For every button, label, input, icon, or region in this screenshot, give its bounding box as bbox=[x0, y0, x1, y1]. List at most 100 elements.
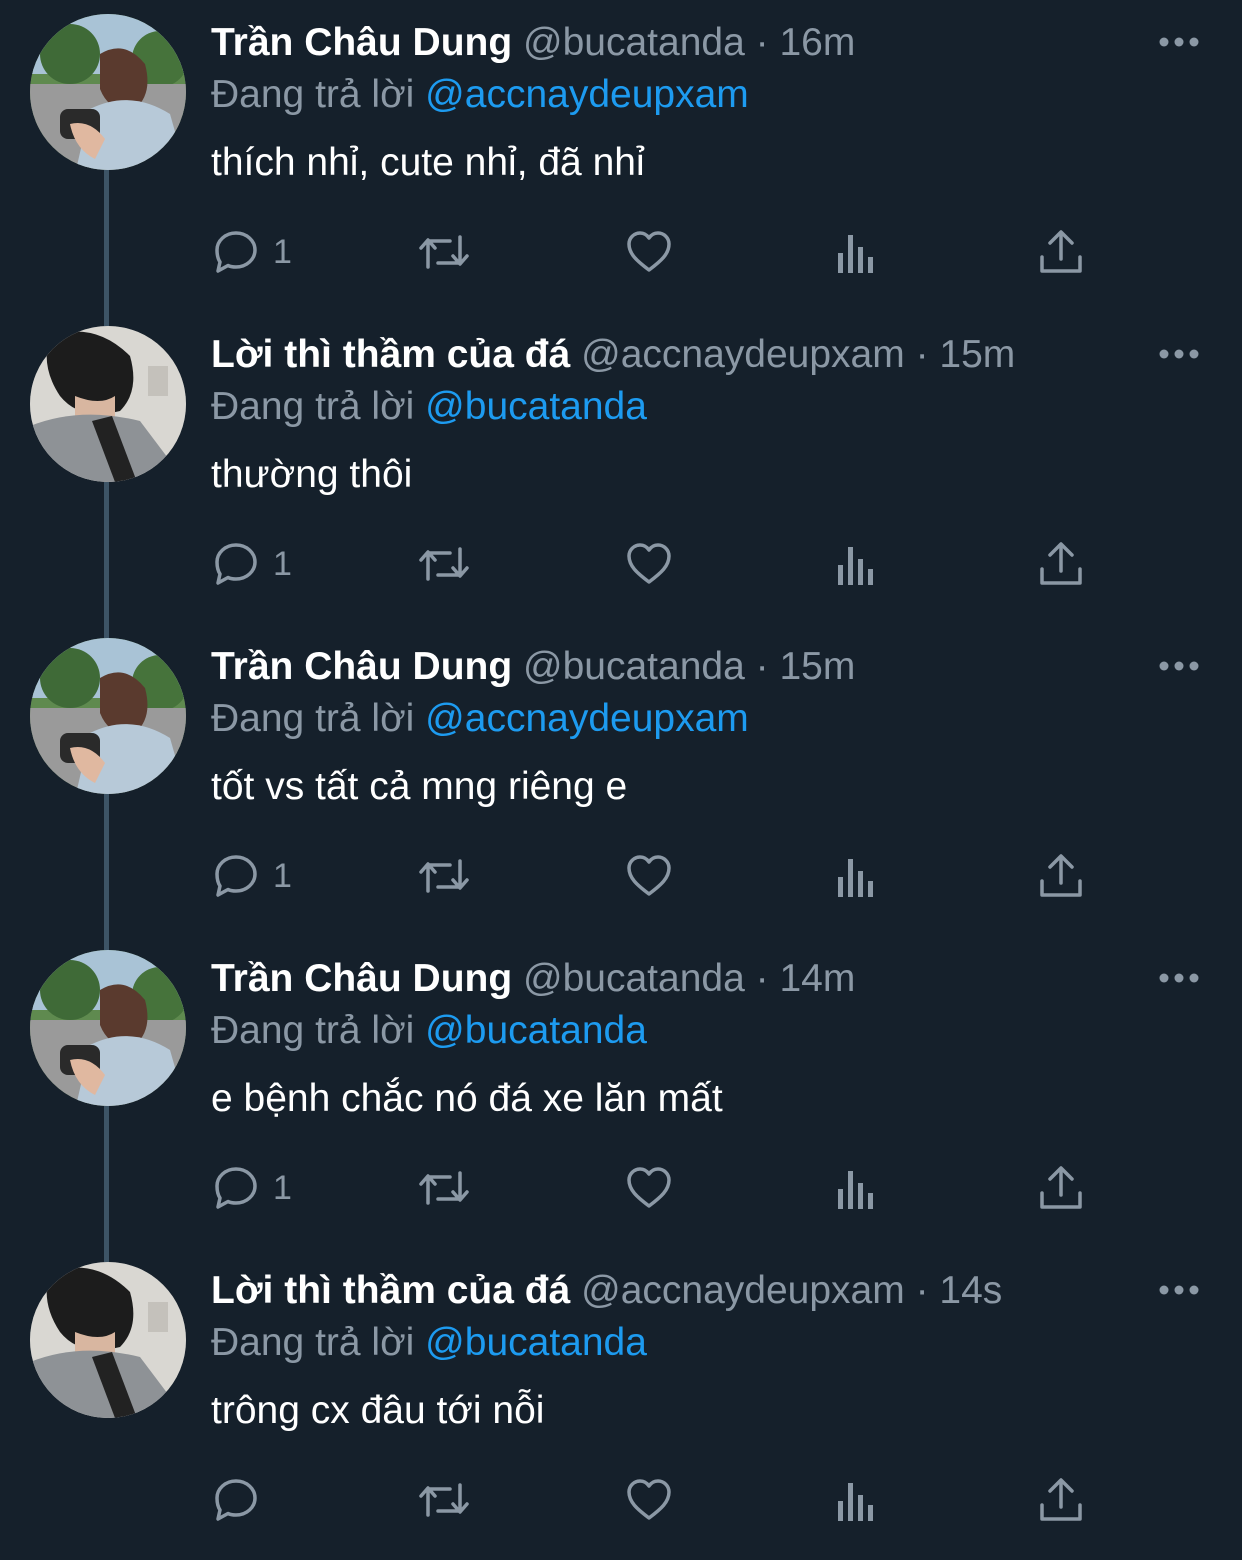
separator-dot: · bbox=[915, 1269, 929, 1312]
reply-button[interactable]: 1 bbox=[211, 536, 292, 592]
reply-button[interactable] bbox=[211, 1472, 273, 1528]
display-name[interactable]: Lời thì thầm của đá bbox=[211, 333, 570, 376]
mention-link[interactable]: @accnaydeupxam bbox=[425, 73, 749, 116]
retweet-button[interactable] bbox=[416, 224, 472, 280]
tweet-text: thích nhỉ, cute nhỉ, đã nhỉ bbox=[211, 141, 645, 184]
more-icon bbox=[1159, 37, 1199, 47]
share-button[interactable] bbox=[1038, 848, 1084, 904]
tweet[interactable]: Lời thì thầm của đá @accnaydeupxam · 14s… bbox=[0, 1248, 1242, 1560]
tweet[interactable]: Trần Châu Dung @bucatanda · 15m Đang trả… bbox=[0, 624, 1242, 936]
mention-link[interactable]: @bucatanda bbox=[425, 1321, 647, 1364]
tweet-header: Lời thì thầm của đá @accnaydeupxam · 15m bbox=[211, 330, 1015, 380]
reply-count: 1 bbox=[273, 856, 292, 895]
timestamp[interactable]: 14m bbox=[779, 957, 855, 1000]
more-options-button[interactable] bbox=[1158, 342, 1200, 366]
user-handle[interactable]: @accnaydeupxam bbox=[581, 1269, 905, 1312]
timestamp[interactable]: 15m bbox=[779, 645, 855, 688]
user-handle[interactable]: @bucatanda bbox=[523, 645, 745, 688]
share-icon bbox=[1040, 1166, 1082, 1209]
more-icon bbox=[1159, 349, 1199, 359]
mention-link[interactable]: @bucatanda bbox=[425, 1009, 647, 1052]
user-handle[interactable]: @accnaydeupxam bbox=[581, 333, 905, 376]
reply-button[interactable]: 1 bbox=[211, 848, 292, 904]
display-name[interactable]: Trần Châu Dung bbox=[211, 957, 512, 1000]
share-button[interactable] bbox=[1038, 224, 1084, 280]
tweet[interactable]: Trần Châu Dung @bucatanda · 14m Đang trả… bbox=[0, 936, 1242, 1248]
user-handle[interactable]: @bucatanda bbox=[523, 957, 745, 1000]
like-button[interactable] bbox=[624, 224, 674, 280]
display-name[interactable]: Lời thì thầm của đá bbox=[211, 1269, 570, 1312]
analytics-button[interactable] bbox=[834, 224, 878, 280]
thread-line bbox=[104, 482, 109, 624]
separator-dot: · bbox=[755, 645, 769, 688]
analytics-button[interactable] bbox=[834, 848, 878, 904]
thread-line bbox=[104, 794, 109, 936]
avatar[interactable] bbox=[30, 326, 186, 482]
mention-link[interactable]: @accnaydeupxam bbox=[425, 697, 749, 740]
separator-dot: · bbox=[755, 957, 769, 1000]
retweet-icon bbox=[419, 235, 469, 269]
timestamp[interactable]: 15m bbox=[939, 333, 1015, 376]
thread-line bbox=[104, 624, 109, 638]
reply-icon bbox=[215, 1479, 257, 1521]
more-options-button[interactable] bbox=[1158, 654, 1200, 678]
reply-count: 1 bbox=[273, 544, 292, 583]
reply-button[interactable]: 1 bbox=[211, 1160, 292, 1216]
timestamp[interactable]: 14s bbox=[939, 1269, 1002, 1312]
tweet-text: thường thôi bbox=[211, 453, 413, 496]
share-icon bbox=[1040, 230, 1082, 273]
tweet-text: trông cx đâu tới nỗi bbox=[211, 1389, 545, 1432]
tweet-text: e bệnh chắc nó đá xe lăn mất bbox=[211, 1077, 723, 1120]
replying-to: Đang trả lời @accnaydeupxam bbox=[211, 694, 749, 744]
like-button[interactable] bbox=[624, 536, 674, 592]
share-button[interactable] bbox=[1038, 536, 1084, 592]
analytics-icon bbox=[838, 547, 873, 585]
reply-icon bbox=[215, 855, 257, 897]
like-button[interactable] bbox=[624, 848, 674, 904]
replying-label: Đang trả lời bbox=[211, 697, 415, 740]
like-button[interactable] bbox=[624, 1472, 674, 1528]
avatar[interactable] bbox=[30, 950, 186, 1106]
retweet-button[interactable] bbox=[416, 536, 472, 592]
display-name[interactable]: Trần Châu Dung bbox=[211, 21, 512, 64]
timestamp[interactable]: 16m bbox=[779, 21, 855, 64]
tweet[interactable]: Lời thì thầm của đá @accnaydeupxam · 15m… bbox=[0, 312, 1242, 624]
tweet-actions: 1 bbox=[211, 224, 1091, 280]
share-button[interactable] bbox=[1038, 1472, 1084, 1528]
mention-link[interactable]: @bucatanda bbox=[425, 385, 647, 428]
retweet-icon bbox=[419, 1483, 469, 1517]
retweet-button[interactable] bbox=[416, 848, 472, 904]
retweet-button[interactable] bbox=[416, 1472, 472, 1528]
replying-label: Đang trả lời bbox=[211, 385, 415, 428]
replying-to: Đang trả lời @accnaydeupxam bbox=[211, 70, 749, 120]
reply-button[interactable]: 1 bbox=[211, 224, 292, 280]
thread-line bbox=[104, 936, 109, 950]
like-button[interactable] bbox=[624, 1160, 674, 1216]
more-icon bbox=[1159, 973, 1199, 983]
retweet-icon bbox=[419, 859, 469, 893]
retweet-button[interactable] bbox=[416, 1160, 472, 1216]
share-icon bbox=[1040, 854, 1082, 897]
analytics-icon bbox=[838, 235, 873, 273]
avatar[interactable] bbox=[30, 1262, 186, 1418]
reply-icon bbox=[215, 543, 257, 585]
more-options-button[interactable] bbox=[1158, 966, 1200, 990]
analytics-button[interactable] bbox=[834, 1472, 878, 1528]
more-options-button[interactable] bbox=[1158, 1278, 1200, 1302]
tweet-header: Trần Châu Dung @bucatanda · 16m bbox=[211, 18, 855, 68]
share-icon bbox=[1040, 1478, 1082, 1521]
display-name[interactable]: Trần Châu Dung bbox=[211, 645, 512, 688]
tweet-actions: 1 bbox=[211, 1160, 1091, 1216]
more-options-button[interactable] bbox=[1158, 30, 1200, 54]
user-handle[interactable]: @bucatanda bbox=[523, 21, 745, 64]
retweet-icon bbox=[419, 1171, 469, 1205]
heart-icon bbox=[627, 543, 671, 584]
share-button[interactable] bbox=[1038, 1160, 1084, 1216]
replying-label: Đang trả lời bbox=[211, 1009, 415, 1052]
tweet-thread: Trần Châu Dung @bucatanda · 16m Đang trả… bbox=[0, 0, 1242, 1537]
tweet[interactable]: Trần Châu Dung @bucatanda · 16m Đang trả… bbox=[0, 0, 1242, 312]
avatar[interactable] bbox=[30, 638, 186, 794]
analytics-button[interactable] bbox=[834, 1160, 878, 1216]
analytics-button[interactable] bbox=[834, 536, 878, 592]
avatar[interactable] bbox=[30, 14, 186, 170]
